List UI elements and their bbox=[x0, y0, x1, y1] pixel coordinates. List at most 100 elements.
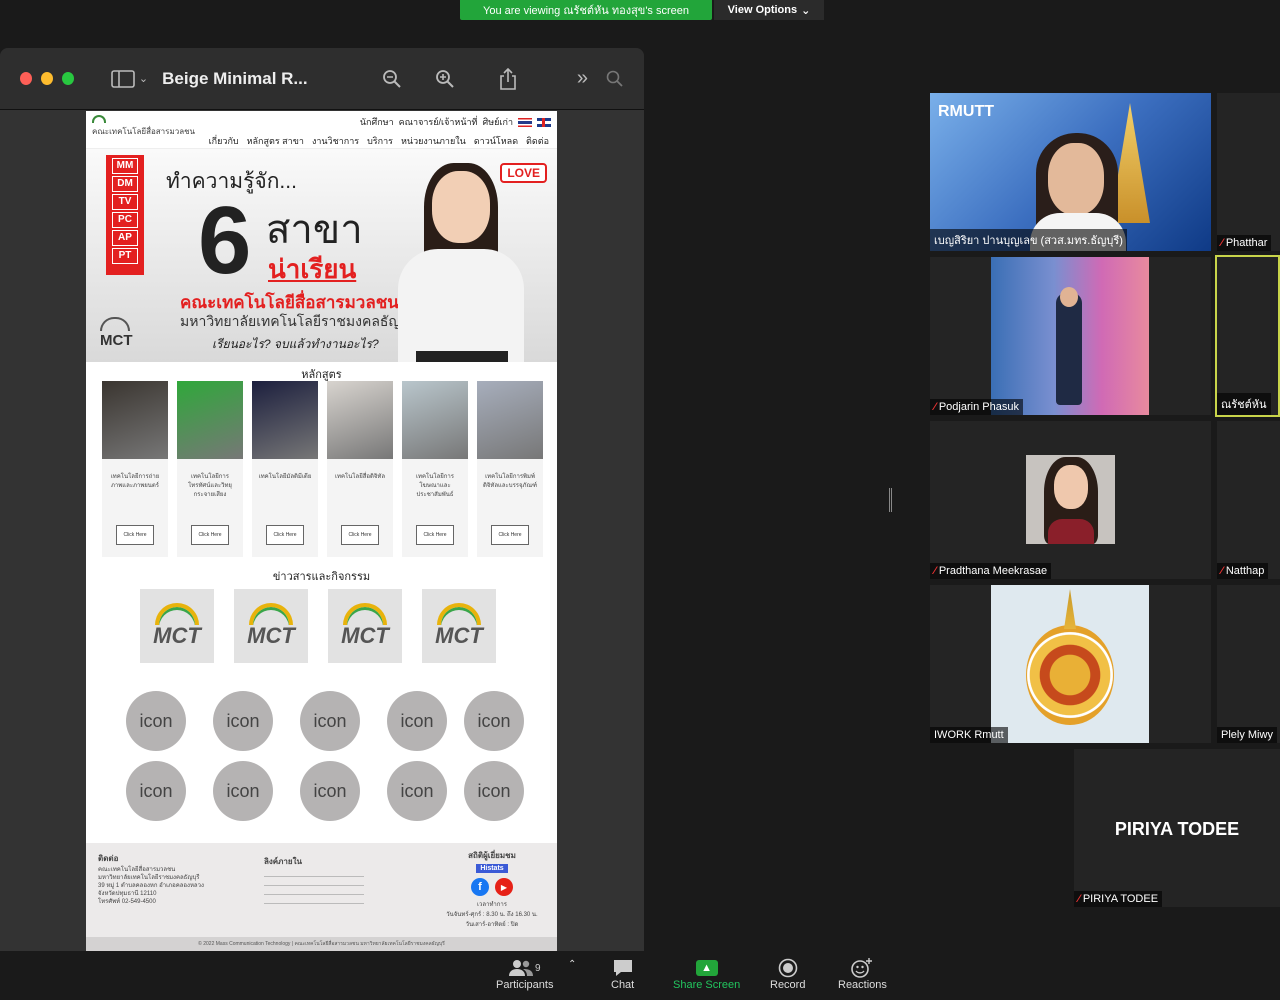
footer-link-placeholder[interactable] bbox=[264, 903, 364, 904]
more-tools-icon[interactable]: » bbox=[577, 67, 588, 90]
copyright-bar: © 2022 Mass Communication Technology | ค… bbox=[86, 937, 557, 951]
participant-name-text: Podjarin Phasuk bbox=[938, 401, 1019, 413]
participant-name-text: ณรัชต์หัน bbox=[1221, 399, 1267, 411]
participant-name: ณรัชต์หัน bbox=[1217, 393, 1271, 415]
participant-display-name: PIRIYA TODEE bbox=[1114, 819, 1240, 839]
nav-about[interactable]: เกี่ยวกับ bbox=[209, 134, 239, 148]
nav-services[interactable]: บริการ bbox=[367, 134, 393, 148]
facebook-icon[interactable]: f bbox=[471, 878, 489, 896]
courses-grid: เทคโนโลยีการถ่ายภาพและภาพยนตร์ Click Here… bbox=[86, 381, 557, 557]
hero-tag: PT bbox=[112, 248, 138, 264]
participant-tile[interactable]: RMUTT เบญสิริยา ปานบุญเลข (สวส.มทร.ธัญบุ… bbox=[930, 93, 1211, 251]
icon-placeholder[interactable]: icon bbox=[213, 761, 273, 821]
course-click-here-button[interactable]: Click Here bbox=[416, 525, 454, 545]
footer-link-placeholder[interactable] bbox=[264, 876, 364, 877]
nav-programs[interactable]: หลักสูตร สาขา bbox=[247, 134, 304, 148]
youtube-icon[interactable]: ▶ bbox=[495, 878, 513, 896]
close-window-button[interactable] bbox=[20, 72, 32, 85]
panel-splitter-handle[interactable] bbox=[889, 488, 892, 512]
news-card-logo: MCT bbox=[341, 623, 389, 648]
footer-hours: วันเสาร์-อาทิตย์ : ปิด bbox=[465, 922, 519, 928]
participants-options-chevron[interactable]: ⌃ bbox=[568, 959, 576, 970]
zoom-out-icon[interactable] bbox=[382, 69, 402, 89]
participant-tile[interactable]: PIRIYA TODEE ⁄ PIRIYA TODEE bbox=[1074, 749, 1280, 907]
news-card[interactable]: MCT bbox=[234, 589, 308, 663]
courses-title: หลักสูตร bbox=[301, 369, 342, 381]
participant-tile[interactable]: IWORK Rmutt bbox=[930, 585, 1211, 743]
sidebar-toggle-icon[interactable] bbox=[111, 69, 135, 88]
muted-mic-icon: ⁄ bbox=[934, 565, 936, 577]
course-thumbnail bbox=[102, 381, 168, 459]
student-photo bbox=[394, 163, 526, 362]
icon-placeholder[interactable]: icon bbox=[126, 691, 186, 751]
course-thumbnail bbox=[327, 381, 393, 459]
zoom-window-button[interactable] bbox=[61, 72, 74, 85]
icon-placeholder[interactable]: icon bbox=[213, 691, 273, 751]
participant-tile[interactable]: ⁄ Natthap bbox=[1217, 421, 1280, 579]
top-links: นักศึกษา คณาจารย์/เจ้าหน้าที่ ศิษย์เก่า bbox=[360, 115, 551, 129]
hero-number: 6 bbox=[198, 187, 252, 294]
minimize-window-button[interactable] bbox=[40, 72, 53, 85]
course-click-here-button[interactable]: Click Here bbox=[266, 525, 304, 545]
participant-tile[interactable]: ⁄ Pradthana Meekrasae bbox=[930, 421, 1211, 579]
news-card-logo: MCT bbox=[435, 623, 483, 648]
course-thumbnail bbox=[177, 381, 243, 459]
participant-tile[interactable]: ⁄ Podjarin Phasuk bbox=[930, 257, 1211, 415]
share-screen-button[interactable]: ▲ Share Screen bbox=[673, 957, 740, 991]
nav-units[interactable]: หน่วยงานภายใน bbox=[401, 134, 466, 148]
icon-placeholder[interactable]: icon bbox=[387, 691, 447, 751]
nav-download[interactable]: ดาวน์โหลด bbox=[474, 134, 518, 148]
footer-stats: สถิติผู้เยี่ยมชม Histats f ▶ เวลาทำการ ว… bbox=[436, 849, 548, 929]
course-card: เทคโนโลยีมัลติมีเดีย Click Here bbox=[252, 381, 318, 557]
chevron-down-icon[interactable]: ⌄ bbox=[139, 72, 148, 85]
icon-placeholder[interactable]: icon bbox=[464, 691, 524, 751]
news-card[interactable]: MCT bbox=[140, 589, 214, 663]
top-link-staff[interactable]: คณาจารย์/เจ้าหน้าที่ bbox=[399, 115, 478, 129]
participants-button[interactable]: 9 Participants bbox=[496, 957, 553, 991]
record-button[interactable]: Record bbox=[770, 957, 805, 991]
icon-placeholder[interactable]: icon bbox=[387, 761, 447, 821]
course-click-here-button[interactable]: Click Here bbox=[191, 525, 229, 545]
course-caption: เทคโนโลยีการโทรทัศน์และวิทยุกระจายเสียง bbox=[188, 474, 232, 498]
share-icon[interactable] bbox=[499, 67, 517, 90]
meeting-toolbar: 9 Participants ⌃ Chat ▲ Share Screen Rec… bbox=[0, 951, 1280, 1000]
top-link-alumni[interactable]: ศิษย์เก่า bbox=[483, 115, 514, 129]
participant-tile-active-speaker[interactable]: ณรัชต์หัน bbox=[1215, 255, 1280, 417]
news-card[interactable]: MCT bbox=[328, 589, 402, 663]
chat-label: Chat bbox=[611, 979, 635, 991]
participant-tile[interactable]: ⁄ Phatthar bbox=[1217, 93, 1280, 251]
zoom-in-icon[interactable] bbox=[435, 69, 455, 89]
love-badge: LOVE bbox=[500, 163, 547, 183]
course-thumbnail bbox=[252, 381, 318, 459]
icon-placeholder[interactable]: icon bbox=[300, 691, 360, 751]
course-caption: เทคโนโลยีการถ่ายภาพและภาพยนตร์ bbox=[110, 474, 160, 489]
footer-link-placeholder[interactable] bbox=[264, 885, 364, 886]
view-options-button[interactable]: View Options ⌄ bbox=[714, 0, 824, 20]
reactions-button[interactable]: Reactions bbox=[838, 957, 887, 991]
nav-academic[interactable]: งานวิชาการ bbox=[312, 134, 359, 148]
hero-question: เรียนอะไร? จบแล้วทำงานอะไร? bbox=[212, 337, 379, 351]
footer-link-placeholder[interactable] bbox=[264, 894, 364, 895]
news-card[interactable]: MCT bbox=[422, 589, 496, 663]
participant-name: ⁄ Podjarin Phasuk bbox=[930, 399, 1023, 415]
course-click-here-button[interactable]: Click Here bbox=[116, 525, 154, 545]
participant-name-text: IWORK Rmutt bbox=[934, 729, 1004, 741]
icon-placeholder[interactable]: icon bbox=[464, 761, 524, 821]
participants-icon: 9 bbox=[508, 957, 541, 979]
nav-contact[interactable]: ติดต่อ bbox=[526, 134, 549, 148]
icon-placeholder[interactable]: icon bbox=[300, 761, 360, 821]
participant-name: ⁄ Pradthana Meekrasae bbox=[930, 563, 1052, 579]
hero-university: มหาวิทยาลัยเทคโนโลยีราชมงคลธัญบุรี bbox=[180, 313, 417, 329]
search-icon[interactable] bbox=[606, 70, 624, 88]
participant-tile[interactable]: Plely Miwy bbox=[1217, 585, 1280, 743]
thai-flag-icon[interactable] bbox=[518, 117, 532, 127]
site-logo[interactable]: คณะเทคโนโลยีสื่อสารมวลชน bbox=[92, 115, 195, 138]
course-click-here-button[interactable]: Click Here bbox=[491, 525, 529, 545]
uk-flag-icon[interactable] bbox=[537, 117, 551, 127]
icon-placeholder[interactable]: icon bbox=[126, 761, 186, 821]
chat-button[interactable]: Chat bbox=[611, 957, 634, 991]
course-click-here-button[interactable]: Click Here bbox=[341, 525, 379, 545]
document-viewer: คณะเทคโนโลยีสื่อสารมวลชน นักศึกษา คณาจาร… bbox=[0, 110, 644, 951]
histats-badge[interactable]: Histats bbox=[476, 864, 508, 873]
top-link-students[interactable]: นักศึกษา bbox=[360, 115, 394, 129]
